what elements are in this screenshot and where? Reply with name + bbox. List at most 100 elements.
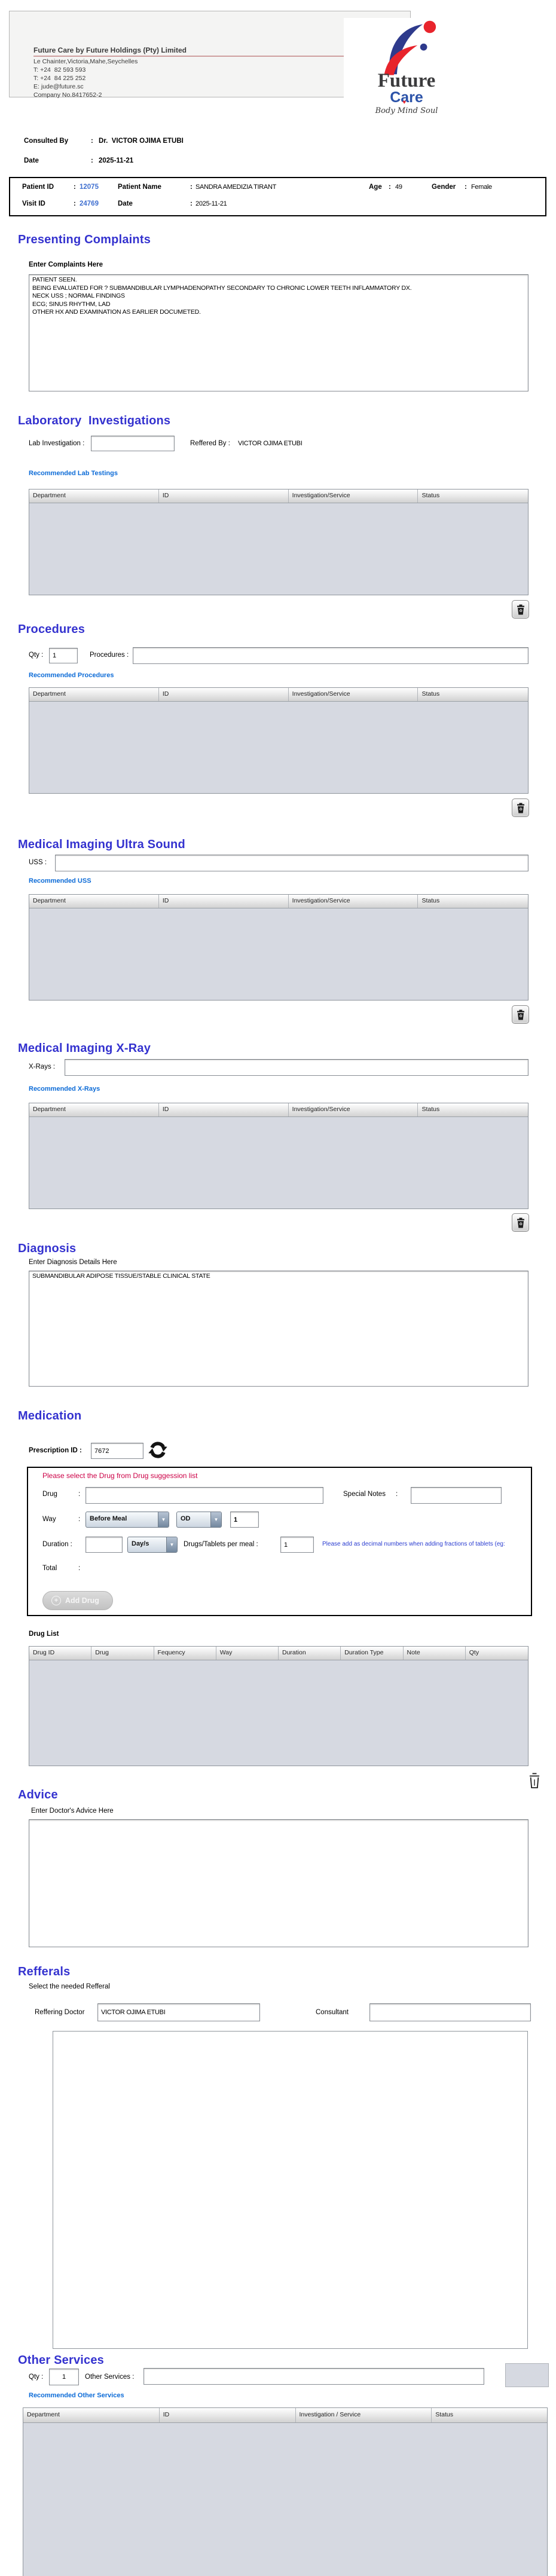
trash-icon: ♻ <box>517 803 524 813</box>
recommended-procedures-label: Recommended Procedures <box>29 672 114 679</box>
age-colon: : <box>389 183 391 191</box>
logo-word-care: Care ♥ <box>390 90 423 106</box>
visit-id-colon: : <box>74 200 76 207</box>
lab-table-body[interactable] <box>29 503 528 595</box>
way-meal-dropdown[interactable]: Before Meal ▼ <box>85 1512 169 1528</box>
uss-table-body[interactable] <box>29 908 528 1000</box>
reffering-doctor-label: Reffering Doctor <box>35 2009 85 2016</box>
drug-list-table: Drug ID Drug Fequency Way Duration Durat… <box>29 1646 528 1766</box>
consulted-by-value: Dr. VICTOR OJIMA ETUBI <box>99 137 184 145</box>
per-meal-input[interactable] <box>280 1537 314 1553</box>
consultant-input[interactable] <box>369 2003 531 2021</box>
logo-tagline: Body Mind Soul <box>375 106 438 115</box>
duration-type-value: Day/s <box>132 1540 149 1547</box>
patient-name-colon: : <box>190 183 193 191</box>
per-meal-label: Drugs/Tablets per meal : <box>184 1541 258 1548</box>
lab-investigation-input[interactable] <box>91 436 175 451</box>
gender-colon: : <box>465 183 467 191</box>
xray-delete-button[interactable]: ♻ <box>512 1213 529 1232</box>
other-services-table-body[interactable] <box>23 2423 547 2576</box>
reffering-doctor-input[interactable] <box>97 2003 260 2021</box>
column-header-id: ID <box>159 489 289 503</box>
refferal-subtitle: Select the needed Refferal <box>29 1983 110 1990</box>
procedures-qty-input[interactable] <box>49 648 78 663</box>
column-header-department: Department <box>29 489 159 503</box>
drug-input[interactable] <box>85 1487 323 1504</box>
special-notes-colon: : <box>396 1491 398 1498</box>
lab-reffered-by-label: Reffered By : <box>190 440 230 447</box>
xray-table-body[interactable] <box>29 1117 528 1209</box>
procedures-input[interactable] <box>133 647 528 664</box>
section-title-advice: Advice <box>18 1788 58 1801</box>
procedures-table: Department ID Investigation/Service Stat… <box>29 687 528 794</box>
diagnosis-textarea[interactable]: SUBMANDIBULAR ADIPOSE TISSUE/STABLE CLIN… <box>29 1271 528 1387</box>
column-header-status: Status <box>421 897 440 904</box>
section-title-ultrasound: Medical Imaging Ultra Sound <box>18 838 185 851</box>
column-header-qty: Qty <box>469 1649 479 1656</box>
procedures-table-body[interactable] <box>29 702 528 793</box>
uss-delete-button[interactable]: ♻ <box>512 1005 529 1024</box>
other-services-table: Department ID Investigation / Service St… <box>23 2407 548 2576</box>
column-header-department: Department <box>23 2408 160 2422</box>
patient-name-label: Patient Name <box>118 183 161 191</box>
column-header-investigation: Investigation/Service <box>289 895 418 908</box>
column-header-department: Department <box>29 688 159 701</box>
lab-delete-button[interactable]: ♻ <box>512 600 529 619</box>
patient-name-value: SANDRA AMEDIZIA TIRANT <box>195 183 277 191</box>
special-notes-input[interactable] <box>411 1487 502 1504</box>
fraction-note: Please add as decimal numbers when addin… <box>322 1541 505 1547</box>
uss-input[interactable] <box>55 855 528 871</box>
company-address: Le Chainter,Victoria,Mahe,Seychelles <box>33 58 138 65</box>
way-frequency-value: OD <box>181 1515 191 1522</box>
visit-date-label: Date <box>118 200 133 207</box>
chevron-down-icon: ▼ <box>210 1512 221 1527</box>
svg-text:♻: ♻ <box>519 807 523 812</box>
duration-input[interactable] <box>85 1537 123 1553</box>
way-frequency-dropdown[interactable]: OD ▼ <box>176 1512 222 1528</box>
section-title-other-services: Other Services <box>18 2354 104 2367</box>
other-services-qty-label: Qty : <box>29 2373 44 2381</box>
drug-list-delete-button[interactable] <box>527 1772 543 1791</box>
column-header-status: Status <box>421 1106 440 1113</box>
chevron-down-icon: ▼ <box>158 1512 169 1527</box>
trash-icon: ♻ <box>517 604 524 614</box>
advice-textarea[interactable] <box>29 1819 528 1947</box>
company-email: E: jude@future.sc <box>33 83 84 90</box>
column-header-status: Status <box>421 690 440 697</box>
prescription-refresh-button[interactable] <box>148 1440 167 1460</box>
column-header-investigation: Investigation/Service <box>289 489 418 503</box>
drug-entry-panel: Please select the Drug from Drug suggess… <box>27 1467 532 1616</box>
xrays-input[interactable] <box>65 1059 528 1076</box>
prescription-id-input[interactable] <box>91 1443 143 1459</box>
column-header-fequency: Fequency <box>154 1647 216 1660</box>
xray-table-header: Department ID Investigation/Service Stat… <box>29 1103 528 1117</box>
age-value: 49 <box>395 183 402 191</box>
special-notes-label: Special Notes <box>343 1491 386 1498</box>
procedures-label: Procedures : <box>90 651 129 659</box>
other-services-input[interactable] <box>143 2368 484 2385</box>
age-label: Age <box>369 183 382 191</box>
complaints-label: Enter Complaints Here <box>29 261 103 268</box>
recommended-xrays-label: Recommended X-Rays <box>29 1085 100 1093</box>
add-drug-button[interactable]: + Add Drug <box>42 1591 113 1610</box>
logo-word-future: Future <box>377 70 436 91</box>
drug-suggestion-hint: Please select the Drug from Drug suggess… <box>42 1471 198 1480</box>
column-header-id: ID <box>159 688 289 701</box>
column-header-drug: Drug <box>91 1647 154 1660</box>
section-title-procedures: Procedures <box>18 623 85 636</box>
other-services-qty-input[interactable] <box>49 2369 79 2385</box>
column-header-investigation: Investigation/Service <box>289 688 418 701</box>
patient-id-colon: : <box>74 183 76 191</box>
lab-table: Department ID Investigation/Service Stat… <box>29 489 528 595</box>
column-header-investigation: Investigation/Service <box>289 1103 418 1116</box>
column-header-id: ID <box>159 1103 289 1116</box>
drug-colon: : <box>78 1491 81 1498</box>
complaints-textarea[interactable]: PATIENT SEEN. BEING EVALUATED FOR ? SUBM… <box>29 274 528 391</box>
refferal-list-panel[interactable] <box>53 2031 528 2349</box>
procedures-delete-button[interactable]: ♻ <box>512 799 529 817</box>
way-qty-input[interactable] <box>230 1512 259 1528</box>
column-header-duration-type: Duration Type <box>341 1647 404 1660</box>
refresh-icon <box>148 1442 167 1458</box>
drug-list-table-body[interactable] <box>29 1660 528 1766</box>
duration-type-dropdown[interactable]: Day/s ▼ <box>127 1537 178 1553</box>
